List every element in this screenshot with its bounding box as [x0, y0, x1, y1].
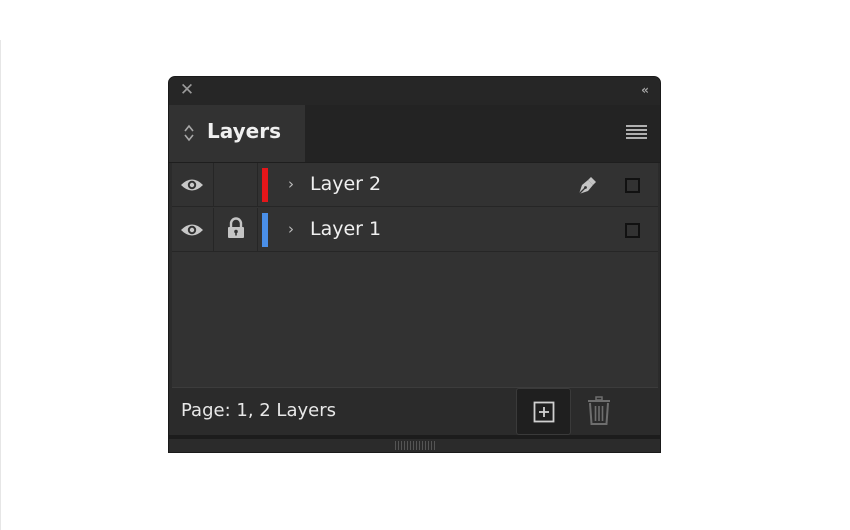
panel-footer: Page: 1, 2 Layers: [169, 388, 660, 435]
layer-color-swatch: [262, 168, 268, 202]
status-text: Page: 1, 2 Layers: [181, 400, 336, 421]
resize-grip-handle[interactable]: [395, 441, 435, 450]
panel-titlebar: ✕ ‹‹: [169, 77, 660, 105]
layer-color-swatch: [262, 213, 268, 247]
new-layer-button[interactable]: [516, 388, 571, 435]
pen-nib-icon: [578, 177, 596, 195]
collapse-panel-button[interactable]: ‹‹: [641, 82, 649, 98]
lock-toggle[interactable]: [214, 163, 258, 206]
visibility-toggle[interactable]: [172, 208, 214, 251]
selection-checkbox[interactable]: [625, 223, 640, 238]
layer-row[interactable]: › Layer 2: [172, 163, 658, 207]
visibility-toggle[interactable]: [172, 163, 214, 206]
layer-row[interactable]: › Layer 1: [172, 208, 658, 252]
close-icon[interactable]: ✕: [179, 82, 195, 99]
tab-label: Layers: [207, 119, 281, 143]
hamburger-menu-icon[interactable]: [626, 125, 647, 140]
trash-icon[interactable]: [587, 396, 611, 426]
layer-list: › Layer 2 › Layer 1: [172, 163, 658, 387]
tab-layers[interactable]: Layers: [169, 105, 305, 162]
updown-arrows-icon: [184, 124, 194, 142]
lock-icon: [228, 217, 244, 238]
selection-checkbox[interactable]: [625, 178, 640, 193]
layer-name[interactable]: Layer 1: [310, 218, 381, 240]
layers-panel: ✕ ‹‹ Layers › Layer 2 › Layer 1 Page: 1,…: [168, 76, 661, 453]
expand-chevron-icon[interactable]: ›: [288, 220, 294, 238]
eye-icon: [181, 179, 203, 191]
expand-chevron-icon[interactable]: ›: [288, 175, 294, 193]
panel-tabbar: Layers: [169, 105, 660, 163]
resize-bar: [169, 439, 660, 452]
eye-icon: [181, 224, 203, 236]
lock-toggle[interactable]: [214, 208, 258, 251]
layer-name[interactable]: Layer 2: [310, 173, 381, 195]
page-edge: [0, 40, 1, 530]
new-layer-icon: [533, 401, 555, 423]
